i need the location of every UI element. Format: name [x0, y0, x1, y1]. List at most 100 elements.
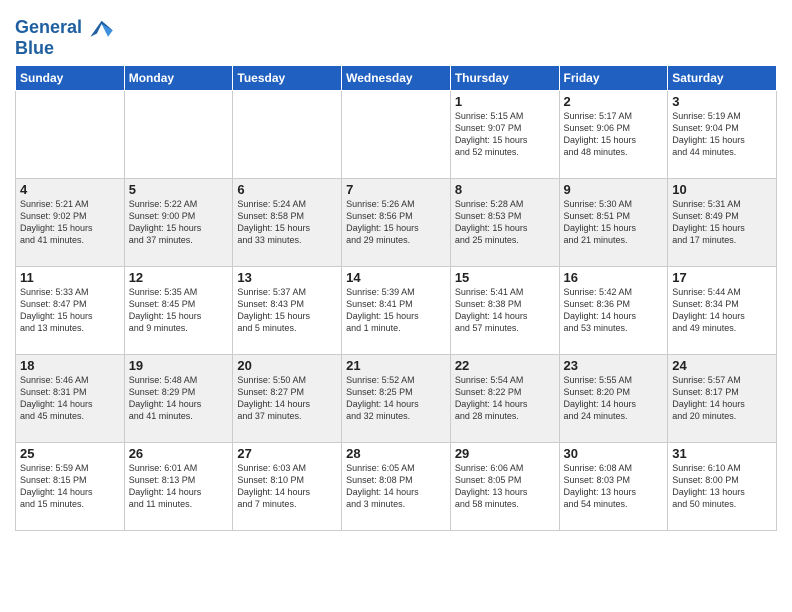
- day-number: 2: [564, 94, 664, 109]
- day-info: Sunrise: 5:55 AM Sunset: 8:20 PM Dayligh…: [564, 374, 664, 423]
- day-number: 13: [237, 270, 337, 285]
- day-info: Sunrise: 5:17 AM Sunset: 9:06 PM Dayligh…: [564, 110, 664, 159]
- calendar-cell: 28Sunrise: 6:05 AM Sunset: 8:08 PM Dayli…: [342, 443, 451, 531]
- page: General Blue SundayMondayTuesdayWednesda…: [0, 0, 792, 612]
- calendar-cell: 27Sunrise: 6:03 AM Sunset: 8:10 PM Dayli…: [233, 443, 342, 531]
- calendar-cell: [16, 91, 125, 179]
- calendar-cell: 31Sunrise: 6:10 AM Sunset: 8:00 PM Dayli…: [668, 443, 777, 531]
- calendar-cell: 5Sunrise: 5:22 AM Sunset: 9:00 PM Daylig…: [124, 179, 233, 267]
- day-number: 11: [20, 270, 120, 285]
- day-info: Sunrise: 5:42 AM Sunset: 8:36 PM Dayligh…: [564, 286, 664, 335]
- day-info: Sunrise: 5:30 AM Sunset: 8:51 PM Dayligh…: [564, 198, 664, 247]
- day-number: 3: [672, 94, 772, 109]
- day-info: Sunrise: 5:52 AM Sunset: 8:25 PM Dayligh…: [346, 374, 446, 423]
- calendar-cell: [233, 91, 342, 179]
- day-info: Sunrise: 5:37 AM Sunset: 8:43 PM Dayligh…: [237, 286, 337, 335]
- day-number: 17: [672, 270, 772, 285]
- calendar-cell: 12Sunrise: 5:35 AM Sunset: 8:45 PM Dayli…: [124, 267, 233, 355]
- day-info: Sunrise: 6:06 AM Sunset: 8:05 PM Dayligh…: [455, 462, 555, 511]
- header: General Blue: [15, 10, 777, 59]
- day-number: 18: [20, 358, 120, 373]
- calendar-cell: 25Sunrise: 5:59 AM Sunset: 8:15 PM Dayli…: [16, 443, 125, 531]
- day-number: 12: [129, 270, 229, 285]
- calendar-cell: 29Sunrise: 6:06 AM Sunset: 8:05 PM Dayli…: [450, 443, 559, 531]
- day-info: Sunrise: 5:54 AM Sunset: 8:22 PM Dayligh…: [455, 374, 555, 423]
- day-number: 23: [564, 358, 664, 373]
- calendar-cell: 13Sunrise: 5:37 AM Sunset: 8:43 PM Dayli…: [233, 267, 342, 355]
- day-info: Sunrise: 5:21 AM Sunset: 9:02 PM Dayligh…: [20, 198, 120, 247]
- week-row-4: 18Sunrise: 5:46 AM Sunset: 8:31 PM Dayli…: [16, 355, 777, 443]
- day-header-sunday: Sunday: [16, 66, 125, 91]
- calendar-cell: [124, 91, 233, 179]
- day-header-tuesday: Tuesday: [233, 66, 342, 91]
- calendar-cell: 10Sunrise: 5:31 AM Sunset: 8:49 PM Dayli…: [668, 179, 777, 267]
- day-number: 7: [346, 182, 446, 197]
- day-number: 27: [237, 446, 337, 461]
- calendar-cell: 4Sunrise: 5:21 AM Sunset: 9:02 PM Daylig…: [16, 179, 125, 267]
- calendar-cell: 3Sunrise: 5:19 AM Sunset: 9:04 PM Daylig…: [668, 91, 777, 179]
- day-number: 19: [129, 358, 229, 373]
- calendar-cell: 17Sunrise: 5:44 AM Sunset: 8:34 PM Dayli…: [668, 267, 777, 355]
- day-header-monday: Monday: [124, 66, 233, 91]
- calendar-cell: 7Sunrise: 5:26 AM Sunset: 8:56 PM Daylig…: [342, 179, 451, 267]
- calendar-cell: 18Sunrise: 5:46 AM Sunset: 8:31 PM Dayli…: [16, 355, 125, 443]
- day-info: Sunrise: 5:15 AM Sunset: 9:07 PM Dayligh…: [455, 110, 555, 159]
- day-number: 8: [455, 182, 555, 197]
- day-info: Sunrise: 5:31 AM Sunset: 8:49 PM Dayligh…: [672, 198, 772, 247]
- day-info: Sunrise: 5:59 AM Sunset: 8:15 PM Dayligh…: [20, 462, 120, 511]
- day-number: 15: [455, 270, 555, 285]
- calendar-cell: 1Sunrise: 5:15 AM Sunset: 9:07 PM Daylig…: [450, 91, 559, 179]
- day-number: 14: [346, 270, 446, 285]
- day-info: Sunrise: 5:48 AM Sunset: 8:29 PM Dayligh…: [129, 374, 229, 423]
- calendar-cell: 22Sunrise: 5:54 AM Sunset: 8:22 PM Dayli…: [450, 355, 559, 443]
- day-number: 5: [129, 182, 229, 197]
- day-header-friday: Friday: [559, 66, 668, 91]
- week-row-5: 25Sunrise: 5:59 AM Sunset: 8:15 PM Dayli…: [16, 443, 777, 531]
- week-row-1: 1Sunrise: 5:15 AM Sunset: 9:07 PM Daylig…: [16, 91, 777, 179]
- day-number: 20: [237, 358, 337, 373]
- day-info: Sunrise: 5:57 AM Sunset: 8:17 PM Dayligh…: [672, 374, 772, 423]
- day-header-thursday: Thursday: [450, 66, 559, 91]
- day-info: Sunrise: 5:44 AM Sunset: 8:34 PM Dayligh…: [672, 286, 772, 335]
- day-number: 28: [346, 446, 446, 461]
- day-header-wednesday: Wednesday: [342, 66, 451, 91]
- day-info: Sunrise: 5:22 AM Sunset: 9:00 PM Dayligh…: [129, 198, 229, 247]
- day-number: 16: [564, 270, 664, 285]
- logo: General Blue: [15, 14, 116, 59]
- calendar-cell: 14Sunrise: 5:39 AM Sunset: 8:41 PM Dayli…: [342, 267, 451, 355]
- day-info: Sunrise: 5:26 AM Sunset: 8:56 PM Dayligh…: [346, 198, 446, 247]
- day-number: 29: [455, 446, 555, 461]
- day-info: Sunrise: 6:03 AM Sunset: 8:10 PM Dayligh…: [237, 462, 337, 511]
- week-row-2: 4Sunrise: 5:21 AM Sunset: 9:02 PM Daylig…: [16, 179, 777, 267]
- day-info: Sunrise: 6:01 AM Sunset: 8:13 PM Dayligh…: [129, 462, 229, 511]
- day-number: 9: [564, 182, 664, 197]
- day-info: Sunrise: 5:39 AM Sunset: 8:41 PM Dayligh…: [346, 286, 446, 335]
- day-info: Sunrise: 6:10 AM Sunset: 8:00 PM Dayligh…: [672, 462, 772, 511]
- calendar-cell: 8Sunrise: 5:28 AM Sunset: 8:53 PM Daylig…: [450, 179, 559, 267]
- calendar-cell: 30Sunrise: 6:08 AM Sunset: 8:03 PM Dayli…: [559, 443, 668, 531]
- calendar-cell: 19Sunrise: 5:48 AM Sunset: 8:29 PM Dayli…: [124, 355, 233, 443]
- calendar-cell: 15Sunrise: 5:41 AM Sunset: 8:38 PM Dayli…: [450, 267, 559, 355]
- day-info: Sunrise: 5:33 AM Sunset: 8:47 PM Dayligh…: [20, 286, 120, 335]
- day-number: 26: [129, 446, 229, 461]
- day-header-saturday: Saturday: [668, 66, 777, 91]
- calendar-cell: [342, 91, 451, 179]
- calendar-cell: 20Sunrise: 5:50 AM Sunset: 8:27 PM Dayli…: [233, 355, 342, 443]
- day-info: Sunrise: 5:19 AM Sunset: 9:04 PM Dayligh…: [672, 110, 772, 159]
- calendar-cell: 11Sunrise: 5:33 AM Sunset: 8:47 PM Dayli…: [16, 267, 125, 355]
- day-number: 25: [20, 446, 120, 461]
- day-number: 6: [237, 182, 337, 197]
- calendar-cell: 2Sunrise: 5:17 AM Sunset: 9:06 PM Daylig…: [559, 91, 668, 179]
- calendar-cell: 23Sunrise: 5:55 AM Sunset: 8:20 PM Dayli…: [559, 355, 668, 443]
- day-number: 4: [20, 182, 120, 197]
- calendar-table: SundayMondayTuesdayWednesdayThursdayFrid…: [15, 65, 777, 531]
- day-info: Sunrise: 6:08 AM Sunset: 8:03 PM Dayligh…: [564, 462, 664, 511]
- calendar-cell: 9Sunrise: 5:30 AM Sunset: 8:51 PM Daylig…: [559, 179, 668, 267]
- logo-icon: [84, 14, 116, 42]
- day-number: 10: [672, 182, 772, 197]
- day-number: 22: [455, 358, 555, 373]
- day-number: 30: [564, 446, 664, 461]
- day-info: Sunrise: 5:24 AM Sunset: 8:58 PM Dayligh…: [237, 198, 337, 247]
- calendar-cell: 21Sunrise: 5:52 AM Sunset: 8:25 PM Dayli…: [342, 355, 451, 443]
- calendar-cell: 16Sunrise: 5:42 AM Sunset: 8:36 PM Dayli…: [559, 267, 668, 355]
